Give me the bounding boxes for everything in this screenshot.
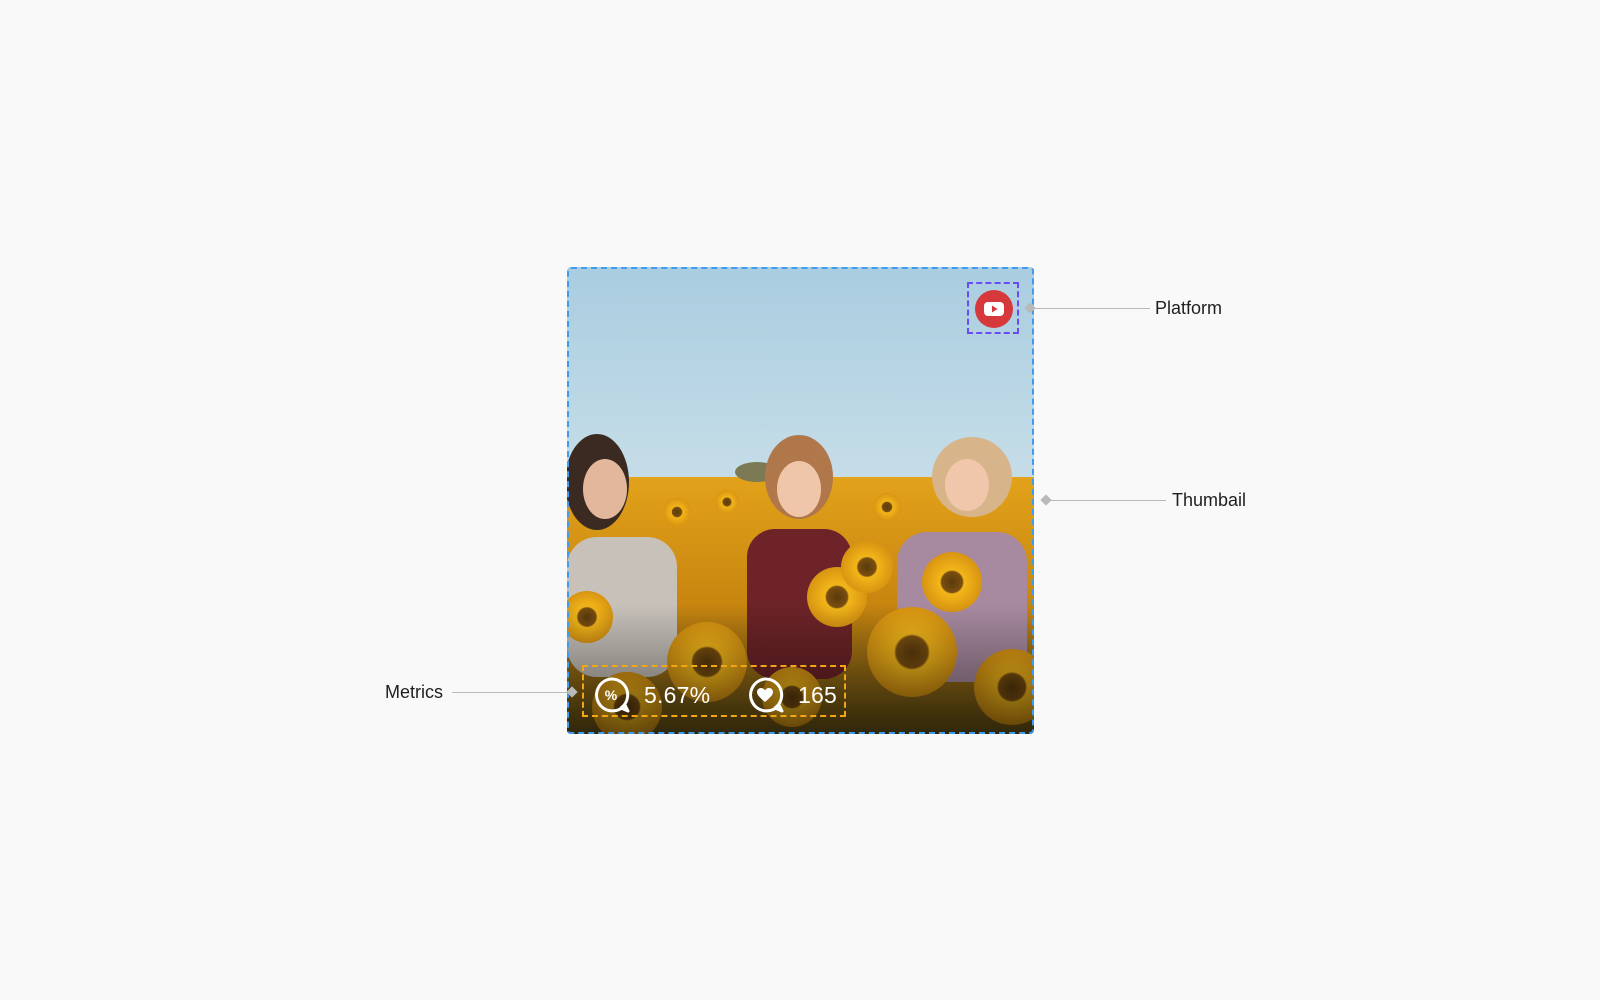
svg-text:%: % [605, 687, 618, 703]
platform-selection-box [967, 282, 1019, 334]
percent-bubble-icon: % [595, 677, 630, 713]
canvas: % 5.67% 165 Platform Thumbail Metrics [0, 0, 1600, 1000]
thumbnail-leader-line [1046, 500, 1166, 501]
metric-value: 5.67% [644, 681, 711, 708]
platform-badge[interactable] [975, 290, 1013, 328]
metric-value: 165 [798, 681, 837, 708]
platform-leader-line [1030, 308, 1150, 309]
metric-engagement-rate[interactable]: % 5.67% [591, 671, 710, 719]
metrics-group: % 5.67% 165 [582, 665, 846, 717]
thumbnail-annotation-label: Thumbail [1172, 490, 1247, 510]
thumbnail-card[interactable] [567, 267, 1034, 734]
thumbnail-leader-dot [1040, 494, 1052, 506]
heart-bubble-icon [749, 677, 784, 713]
metrics-annotation-label: Metrics [385, 682, 443, 702]
platform-annotation-label: Platform [1155, 298, 1223, 318]
metrics-leader-line [452, 692, 572, 693]
metric-likes[interactable]: 165 [745, 671, 837, 719]
youtube-play-icon [984, 302, 1004, 316]
